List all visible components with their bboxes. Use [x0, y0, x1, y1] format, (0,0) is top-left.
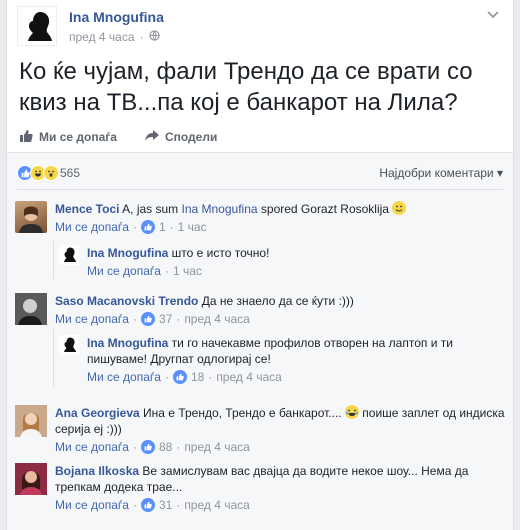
- avatar[interactable]: [59, 245, 79, 265]
- comment-time[interactable]: пред 4 часа: [184, 497, 250, 513]
- comment-body: Saso Macanovski Trendo Да не знаело да с…: [55, 293, 505, 327]
- post-text: Ко ќе чујам, фали Трендо да се врати со …: [19, 58, 473, 116]
- avatar[interactable]: [59, 335, 79, 355]
- reaction-count[interactable]: 565: [60, 166, 80, 180]
- comment: Ana Georgieva Ина е Трендо, Трендо е бан…: [15, 405, 505, 457]
- share-button[interactable]: Сподели: [144, 129, 218, 145]
- comment-meta: Ми се допаѓа · 1 · 1 час: [55, 219, 207, 235]
- avatar[interactable]: [15, 293, 47, 325]
- comment-time[interactable]: 1 час: [173, 263, 202, 279]
- post-meta: пред 4 часа ·: [69, 30, 160, 44]
- sort-dropdown[interactable]: Најдобри коментари ▾: [379, 166, 503, 180]
- comment-author[interactable]: Saso Macanovski Trendo: [55, 294, 198, 308]
- comment-body: Ana Georgieva Ина е Трендо, Трендо е бан…: [55, 405, 505, 455]
- like-count-icon: [140, 220, 155, 234]
- smile-emoji-icon: [392, 201, 407, 215]
- post-actions: Ми се допаѓа Сподели: [19, 126, 501, 148]
- post-time[interactable]: пред 4 часа: [69, 30, 135, 44]
- like-button-label: Ми се допаѓа: [39, 130, 117, 144]
- avatar[interactable]: [15, 405, 47, 437]
- comment-body: Mence Toci A, jas sum Ina Mnogufina spor…: [55, 201, 505, 235]
- comments-section: 565 Најдобри коментари ▾ Mence Toci A, j…: [7, 152, 513, 530]
- comment-author[interactable]: Bojana Ilkoska: [55, 464, 139, 478]
- like-count[interactable]: 37: [159, 311, 172, 327]
- avatar[interactable]: [15, 201, 47, 233]
- crying-laughing-emoji-icon: [344, 405, 359, 419]
- comment-like-button[interactable]: Ми се допаѓа: [87, 369, 161, 385]
- comment-author[interactable]: Ina Mnogufina: [87, 336, 168, 350]
- comment-like-button[interactable]: Ми се допаѓа: [87, 263, 161, 279]
- comment: Saso Macanovski Trendo Да не знаело да с…: [15, 293, 505, 329]
- comment-author[interactable]: Mence Toci: [55, 202, 119, 216]
- like-count-icon: [140, 498, 155, 512]
- comment-time[interactable]: 1 час: [178, 219, 207, 235]
- comment-body: Ina Mnogufina ти го начекавме профилов о…: [87, 335, 505, 385]
- like-count[interactable]: 1: [159, 219, 166, 235]
- comment-author[interactable]: Ina Mnogufina: [87, 246, 168, 260]
- like-count-icon: [172, 370, 187, 384]
- comment-meta: Ми се допаѓа · 37 · пред 4 часа: [55, 311, 250, 327]
- caret-down-icon: ▾: [496, 166, 503, 180]
- share-button-label: Сподели: [164, 130, 218, 144]
- comment-time[interactable]: пред 4 часа: [184, 311, 250, 327]
- comment: Bojana Ilkoska Ве замислувам вас двајца …: [15, 463, 505, 515]
- comment-like-button[interactable]: Ми се допаѓа: [55, 219, 129, 235]
- like-count[interactable]: 31: [159, 497, 172, 513]
- comment-meta: Ми се допаѓа · 1 час: [87, 263, 202, 279]
- comment-body: Ina Mnogufina што е исто точно! Ми се до…: [87, 245, 505, 279]
- reactions-summary: 565 Најдобри коментари ▾: [17, 161, 503, 185]
- like-count-icon: [140, 440, 155, 454]
- reply: Ina Mnogufina ти го начекавме профилов о…: [59, 335, 505, 387]
- like-count[interactable]: 88: [159, 439, 172, 455]
- wow-reaction-icon: [43, 165, 59, 181]
- like-button[interactable]: Ми се допаѓа: [19, 129, 117, 146]
- thread-line: [53, 241, 54, 279]
- comment-like-button[interactable]: Ми се допаѓа: [55, 311, 129, 327]
- comment-meta: Ми се допаѓа · 88 · пред 4 часа: [55, 439, 250, 455]
- globe-icon: [148, 30, 160, 44]
- comment-meta: Ми се допаѓа · 31 · пред 4 часа: [55, 497, 250, 513]
- comment-time[interactable]: пред 4 часа: [184, 439, 250, 455]
- share-icon: [144, 129, 159, 145]
- post-card: Ina Mnogufina пред 4 часа · Ко ќе чујам,…: [6, 0, 514, 530]
- comment-meta: Ми се допаѓа · 18 · пред 4 часа: [87, 369, 282, 385]
- reply: Ina Mnogufina што е исто точно! Ми се до…: [59, 245, 505, 279]
- comment-author[interactable]: Ana Georgieva: [55, 406, 140, 420]
- reactions-icons[interactable]: [17, 165, 59, 181]
- post-header: Ina Mnogufina пред 4 часа ·: [17, 6, 503, 46]
- like-count-icon: [140, 312, 155, 326]
- divider: [17, 189, 503, 190]
- post-author[interactable]: Ina Mnogufina: [69, 9, 164, 25]
- author-avatar[interactable]: [17, 6, 57, 46]
- comment: Mence Toci A, jas sum Ina Mnogufina spor…: [15, 201, 505, 241]
- thumbs-up-icon: [19, 129, 33, 146]
- comment-like-button[interactable]: Ми се допаѓа: [55, 439, 129, 455]
- chevron-down-icon[interactable]: [487, 8, 499, 22]
- thread-line: [53, 329, 54, 387]
- comment-time[interactable]: пред 4 часа: [216, 369, 282, 385]
- avatar[interactable]: [15, 463, 47, 495]
- tagged-user[interactable]: Ina Mnogufina: [182, 202, 258, 216]
- like-count[interactable]: 18: [191, 369, 204, 385]
- comment-like-button[interactable]: Ми се допаѓа: [55, 497, 129, 513]
- comment-body: Bojana Ilkoska Ве замислувам вас двајца …: [55, 463, 505, 513]
